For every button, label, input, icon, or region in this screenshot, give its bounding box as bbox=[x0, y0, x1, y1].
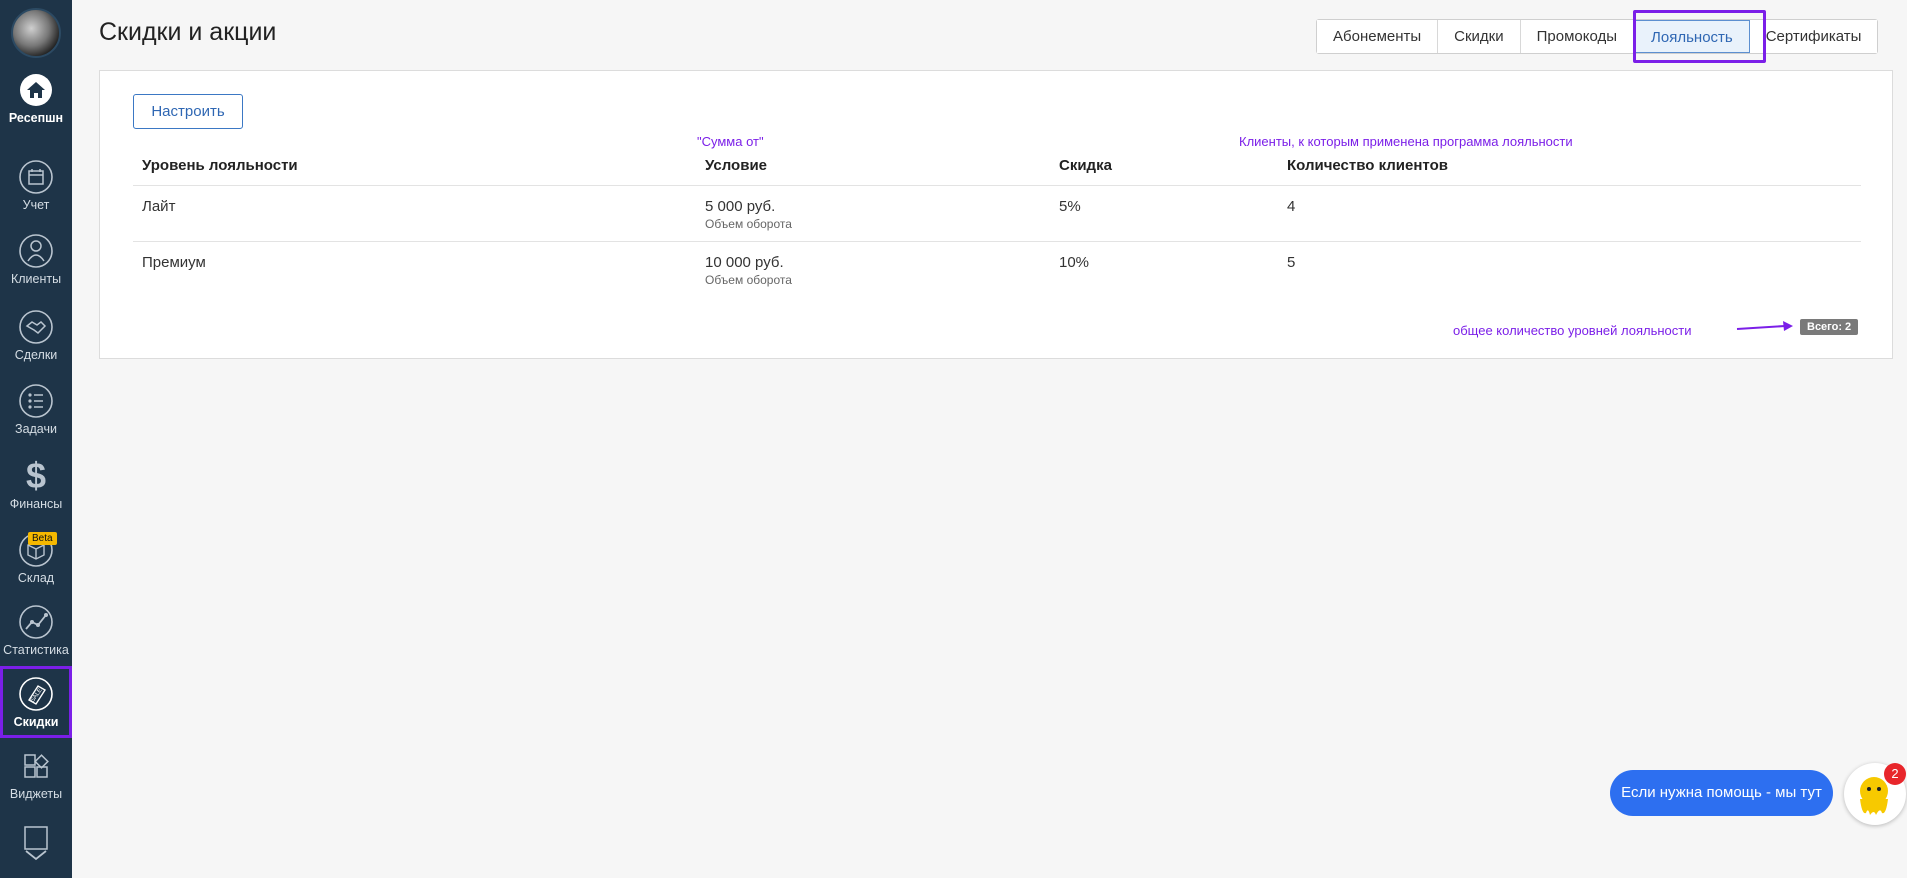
sale-tag-icon: SALE bbox=[19, 677, 53, 711]
setup-button[interactable]: Настроить bbox=[133, 94, 243, 129]
sidebar-item-label: Склад bbox=[17, 571, 55, 585]
sidebar-item-discounts[interactable]: SALE Скидки bbox=[0, 666, 72, 738]
svg-text:$: $ bbox=[26, 458, 46, 494]
column-header-discount: Скидка bbox=[1059, 157, 1112, 174]
tab-loyalty[interactable]: Лояльность bbox=[1634, 20, 1750, 53]
sidebar-item-label: Ресепшн bbox=[8, 111, 64, 125]
cell-level: Лайт bbox=[142, 198, 176, 215]
condition-annotation: "Сумма от" bbox=[697, 134, 764, 149]
beta-badge: Beta bbox=[28, 532, 57, 545]
cell-condition-sub: Объем оборота bbox=[705, 273, 792, 287]
home-icon bbox=[20, 74, 52, 106]
sidebar-item-label: Статистика bbox=[3, 643, 69, 657]
notification-badge: 2 bbox=[1884, 763, 1906, 785]
cell-level: Премиум bbox=[142, 254, 206, 271]
sidebar-item-clients[interactable]: Клиенты bbox=[0, 233, 72, 305]
page-title: Скидки и акции bbox=[99, 18, 277, 46]
cell-clients: 4 bbox=[1287, 198, 1296, 215]
handshake-icon bbox=[19, 310, 53, 344]
tasks-icon bbox=[19, 384, 53, 418]
tab-certificates[interactable]: Сертификаты bbox=[1749, 20, 1878, 53]
sidebar-item-finance[interactable]: $ Финансы bbox=[0, 458, 72, 530]
section-tabs: Абонементы Скидки Промокоды Лояльность С… bbox=[1316, 19, 1879, 54]
sidebar-item-label: Учет bbox=[22, 198, 50, 212]
expand-chevron-icon[interactable] bbox=[18, 823, 54, 863]
total-annotation: общее количество уровней лояльности bbox=[1453, 323, 1692, 338]
cell-condition: 10 000 руб. bbox=[705, 254, 784, 271]
sidebar-item-deals[interactable]: Сделки bbox=[0, 309, 72, 381]
sidebar-item-warehouse[interactable]: Beta Склад bbox=[0, 532, 72, 604]
widgets-icon bbox=[24, 754, 49, 778]
row-divider bbox=[133, 241, 1861, 242]
sidebar-item-label: Скидки bbox=[13, 715, 59, 729]
sidebar-item-tasks[interactable]: Задачи bbox=[0, 383, 72, 455]
sidebar: Ресепшн Учет Клиенты Сделки Задачи $ Фин… bbox=[0, 0, 72, 878]
tab-promocodes[interactable]: Промокоды bbox=[1520, 20, 1635, 53]
loyalty-panel: Настроить "Сумма от" Клиенты, к которым … bbox=[99, 70, 1893, 359]
dollar-icon: $ bbox=[26, 458, 46, 494]
sidebar-item-label: Финансы bbox=[9, 497, 63, 511]
sidebar-item-accounting[interactable]: Учет bbox=[0, 159, 72, 231]
cell-clients: 5 bbox=[1287, 254, 1296, 271]
sidebar-item-widgets[interactable]: Виджеты bbox=[0, 748, 72, 820]
total-badge: Всего: 2 bbox=[1800, 319, 1859, 335]
help-chat-button[interactable]: Если нужна помощь - мы тут bbox=[1610, 770, 1833, 816]
arrow-icon bbox=[1736, 321, 1793, 331]
sidebar-item-label: Сделки bbox=[14, 348, 58, 362]
sidebar-item-label: Задачи bbox=[15, 422, 57, 436]
client-icon bbox=[19, 234, 53, 268]
cell-discount: 5% bbox=[1059, 198, 1081, 215]
avatar[interactable] bbox=[11, 8, 61, 58]
cell-condition: 5 000 руб. bbox=[705, 198, 776, 215]
chart-icon bbox=[19, 605, 53, 639]
column-header-clients: Количество клиентов bbox=[1287, 157, 1448, 174]
calendar-icon bbox=[19, 160, 53, 194]
cell-discount: 10% bbox=[1059, 254, 1090, 271]
sidebar-item-label: Клиенты bbox=[10, 272, 62, 286]
sidebar-item-reception[interactable]: Ресепшн bbox=[0, 72, 72, 144]
clients-annotation: Клиенты, к которым применена программа л… bbox=[1239, 134, 1573, 149]
cell-condition-sub: Объем оборота bbox=[705, 217, 792, 231]
tab-discounts[interactable]: Скидки bbox=[1438, 20, 1521, 53]
column-header-level: Уровень лояльности bbox=[142, 157, 298, 174]
sidebar-item-label: Виджеты bbox=[9, 787, 63, 801]
tab-subscriptions[interactable]: Абонементы bbox=[1317, 20, 1439, 53]
column-header-condition: Условие bbox=[705, 157, 768, 174]
row-divider bbox=[133, 185, 1861, 186]
